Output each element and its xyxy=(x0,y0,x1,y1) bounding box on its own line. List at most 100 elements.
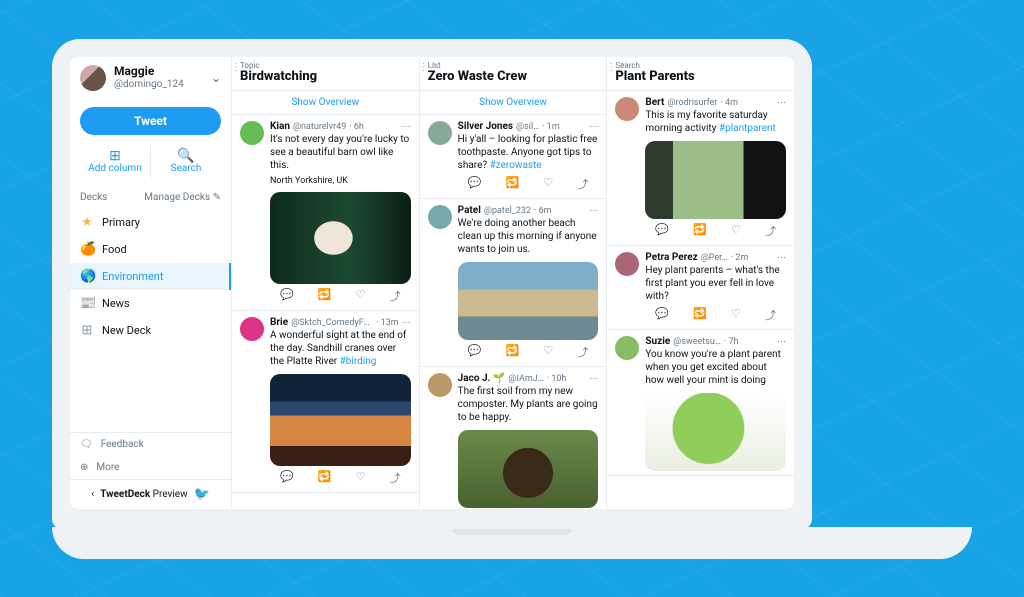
reply-button[interactable]: 💬 xyxy=(280,470,294,486)
share-button[interactable]: ⤴ xyxy=(765,223,776,239)
tweet-author[interactable]: Bert xyxy=(645,97,664,108)
like-button[interactable]: ♡ xyxy=(543,176,553,192)
column-header[interactable]: ⋮⋮TopicBirdwatching xyxy=(232,57,419,91)
tweet-more-button[interactable]: ⋯ xyxy=(777,98,786,108)
sidebar: Maggie @domingo_124 ⌄ Tweet ⊞ Add column… xyxy=(70,57,232,509)
deck-item-environment[interactable]: 🌎Environment xyxy=(70,263,231,290)
tweet[interactable]: Bert@rodrisurfer· 4m⋯This is my favorite… xyxy=(607,91,794,246)
add-column-button[interactable]: ⊞ Add column xyxy=(80,145,150,178)
tweet-media[interactable] xyxy=(645,393,786,471)
tweet-more-button[interactable]: ⋯ xyxy=(589,206,598,216)
tweet-author[interactable]: Petra Perez xyxy=(645,252,697,263)
avatar[interactable] xyxy=(428,121,452,145)
drag-handle-icon[interactable]: ⋮⋮ xyxy=(606,63,626,73)
reply-button[interactable]: 💬 xyxy=(468,344,482,360)
retweet-button[interactable]: 🔁 xyxy=(318,470,332,486)
search-button[interactable]: 🔍 Search xyxy=(150,145,221,178)
avatar[interactable] xyxy=(240,121,264,145)
tweet-author[interactable]: Kian xyxy=(270,121,290,132)
retweet-button[interactable]: 🔁 xyxy=(693,307,707,323)
laptop-bezel: Maggie @domingo_124 ⌄ Tweet ⊞ Add column… xyxy=(52,39,812,529)
tweet-author[interactable]: Brie xyxy=(270,317,288,328)
tweet-author[interactable]: Jaco J. 🌱 xyxy=(458,373,506,384)
reply-button[interactable]: 💬 xyxy=(280,288,294,304)
profile-switcher[interactable]: Maggie @domingo_124 ⌄ xyxy=(70,57,231,99)
tweet[interactable]: Petra Perez@Per…· 2m⋯Hey plant parents –… xyxy=(607,246,794,330)
like-button[interactable]: ♡ xyxy=(543,344,553,360)
search-icon: 🔍 xyxy=(151,149,221,163)
tweet[interactable]: Brie@Sktch_ComedyFan· 13m⋯A wonderful si… xyxy=(232,311,419,493)
tweet-author[interactable]: Silver Jones xyxy=(458,121,513,132)
column-header[interactable]: ⋮⋮ListZero Waste Crew xyxy=(420,57,607,91)
tweet-author[interactable]: Patel xyxy=(458,205,481,216)
avatar[interactable] xyxy=(428,373,452,397)
deck-item-news[interactable]: 📰News xyxy=(70,290,231,317)
tweet-media[interactable] xyxy=(270,374,411,466)
column: ⋮⋮TopicBirdwatchingShow OverviewKian@nat… xyxy=(232,57,420,509)
tweet[interactable]: Kian@naturelvr49· 6h⋯It's not every day … xyxy=(232,115,419,311)
retweet-button[interactable]: 🔁 xyxy=(506,176,520,192)
avatar[interactable] xyxy=(615,97,639,121)
deck-item-primary[interactable]: ★Primary xyxy=(70,209,231,236)
share-button[interactable]: ⤴ xyxy=(390,470,401,486)
deck-list: ★Primary🍊Food🌎Environment📰News⊞New Deck xyxy=(70,209,231,344)
drag-handle-icon[interactable]: ⋮⋮ xyxy=(232,63,251,73)
avatar[interactable] xyxy=(240,317,264,341)
tweet[interactable]: Patel@patel_232· 6m⋯We're doing another … xyxy=(420,199,607,367)
tweet-media[interactable] xyxy=(645,141,786,219)
tweet-more-button[interactable]: ⋯ xyxy=(589,374,598,384)
reply-button[interactable]: 💬 xyxy=(655,223,669,239)
drag-handle-icon[interactable]: ⋮⋮ xyxy=(419,63,439,73)
more-button[interactable]: ⊕More xyxy=(70,456,231,479)
manage-decks-button[interactable]: Manage Decks ✎ xyxy=(144,192,221,203)
tweet-button[interactable]: Tweet xyxy=(80,107,221,135)
deck-label: Food xyxy=(102,243,127,256)
reply-button[interactable]: 💬 xyxy=(468,176,482,192)
show-overview-button[interactable]: Show Overview xyxy=(232,91,419,115)
feedback-icon: 🗨 xyxy=(80,439,93,450)
retweet-button[interactable]: 🔁 xyxy=(506,344,520,360)
tweet-author[interactable]: Suzie xyxy=(645,336,670,347)
tweet[interactable]: Jaco J. 🌱@IAmJ…· 10h⋯The first soil from… xyxy=(420,367,607,509)
deck-icon: 📰 xyxy=(80,296,94,311)
tweet[interactable]: Silver Jones@sil…· 1m⋯Hi y'all – looking… xyxy=(420,115,607,199)
tweet-more-button[interactable]: ⋯ xyxy=(402,318,411,328)
retweet-button[interactable]: 🔁 xyxy=(318,288,332,304)
column: ⋮⋮ListZero Waste CrewShow OverviewSilver… xyxy=(420,57,608,509)
avatar[interactable] xyxy=(615,252,639,276)
hashtag[interactable]: #birding xyxy=(340,356,377,367)
deck-icon: 🌎 xyxy=(80,269,94,284)
share-button[interactable]: ⤴ xyxy=(765,307,776,323)
hashtag[interactable]: #zerowaste xyxy=(490,160,542,171)
tweet-more-button[interactable]: ⋯ xyxy=(777,253,786,263)
tweet-more-button[interactable]: ⋯ xyxy=(777,337,786,347)
deck-item-new-deck[interactable]: ⊞New Deck xyxy=(70,317,231,344)
avatar xyxy=(80,65,106,91)
like-button[interactable]: ♡ xyxy=(731,223,741,239)
tweet-more-button[interactable]: ⋯ xyxy=(589,122,598,132)
chevron-down-icon: ⌄ xyxy=(211,71,221,85)
tweet-media[interactable] xyxy=(458,430,599,508)
avatar[interactable] xyxy=(615,336,639,360)
tweet-media[interactable] xyxy=(458,262,599,340)
like-button[interactable]: ♡ xyxy=(356,288,366,304)
tweet-media[interactable] xyxy=(270,192,411,284)
share-button[interactable]: ⤴ xyxy=(577,344,588,360)
like-button[interactable]: ♡ xyxy=(731,307,741,323)
feedback-button[interactable]: 🗨Feedback xyxy=(70,433,231,456)
feed: Kian@naturelvr49· 6h⋯It's not every day … xyxy=(232,115,419,509)
deck-item-food[interactable]: 🍊Food xyxy=(70,236,231,263)
hashtag[interactable]: #plantparent xyxy=(719,123,776,134)
avatar[interactable] xyxy=(428,205,452,229)
retweet-button[interactable]: 🔁 xyxy=(693,223,707,239)
show-overview-button[interactable]: Show Overview xyxy=(420,91,607,115)
column-header[interactable]: ⋮⋮SearchPlant Parents xyxy=(607,57,794,91)
share-button[interactable]: ⤴ xyxy=(390,288,401,304)
like-button[interactable]: ♡ xyxy=(356,470,366,486)
tweet-more-button[interactable]: ⋯ xyxy=(402,122,411,132)
reply-button[interactable]: 💬 xyxy=(655,307,669,323)
share-button[interactable]: ⤴ xyxy=(577,176,588,192)
feed: Silver Jones@sil…· 1m⋯Hi y'all – looking… xyxy=(420,115,607,509)
tweetdeck-preview-toggle[interactable]: ‹ TweetDeck Preview 🐦 xyxy=(70,479,231,509)
tweet[interactable]: Suzie@sweetsu…· 7h⋯You know you're a pla… xyxy=(607,330,794,476)
